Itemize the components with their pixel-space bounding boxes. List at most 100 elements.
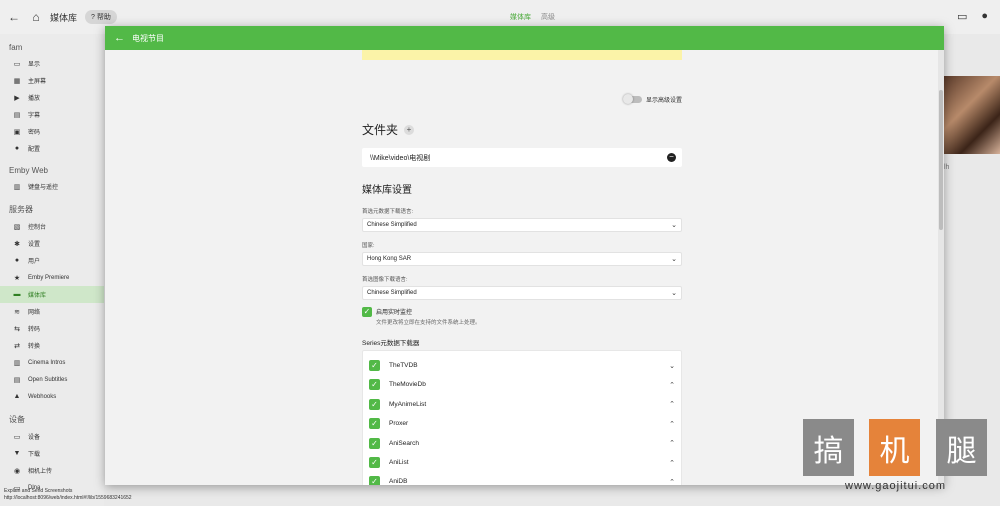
dialog-title: 电视节目 bbox=[132, 33, 164, 43]
cast-icon[interactable]: ▭ bbox=[957, 10, 967, 23]
downloader-checkbox[interactable]: ✓ bbox=[369, 418, 380, 430]
dashboard-icon: ▧ bbox=[13, 223, 21, 231]
sidebar-item[interactable]: ▧ 控制台 bbox=[0, 218, 104, 235]
sidebar-item[interactable]: ▤ 字幕 bbox=[0, 106, 104, 123]
chevron-up-icon[interactable]: ⌃ bbox=[669, 459, 675, 467]
sidebar-item[interactable]: ≋ 网络 bbox=[0, 303, 104, 320]
advanced-settings-toggle[interactable]: 显示高级设置 bbox=[623, 94, 682, 104]
downloader-row: ✓ AniDB ⌃ bbox=[369, 472, 675, 485]
series-downloaders-list: ✓ TheTVDB ⌄ ✓ TheMovieDb ⌃ ✓ MyAnimeList ⌃ ✓ Proxe… bbox=[362, 350, 682, 485]
back-arrow-icon[interactable]: ← bbox=[6, 9, 22, 25]
gear-icon: ✱ bbox=[14, 240, 20, 248]
keyboard-icon: ▥ bbox=[13, 183, 21, 191]
chevron-up-icon[interactable]: ⌃ bbox=[669, 381, 675, 389]
chevron-down-icon: ⌄ bbox=[671, 290, 677, 297]
sidebar-item-label: 设备 bbox=[28, 435, 41, 441]
download-icon: ▼ bbox=[13, 450, 21, 457]
grid-icon: ▦ bbox=[13, 77, 21, 85]
sidebar-item[interactable]: ▶ 播放 bbox=[0, 89, 104, 106]
realtime-monitor-checkbox[interactable]: ✓ bbox=[362, 307, 372, 317]
sidebar-item[interactable]: ▭ 显示 bbox=[0, 55, 104, 72]
series-downloaders-heading: Series元数据下载器 bbox=[362, 340, 420, 347]
downloader-name: TheMovieDb bbox=[389, 381, 426, 389]
lock-icon: ▣ bbox=[13, 128, 21, 136]
home-icon[interactable]: ⌂ bbox=[28, 9, 44, 25]
scrollbar-thumb[interactable] bbox=[939, 90, 943, 230]
help-button[interactable]: ? 帮助 bbox=[85, 10, 117, 24]
image-language-value: Chinese Simplified bbox=[367, 290, 417, 296]
watermark-char-1: 搞 bbox=[803, 419, 854, 476]
sidebar-item[interactable]: ★ Emby Premiere bbox=[0, 269, 104, 286]
sidebar-item[interactable]: ▭ 设备 bbox=[0, 428, 104, 445]
sidebar-item-label: 相机上传 bbox=[28, 469, 53, 475]
add-folder-button[interactable]: + bbox=[404, 124, 415, 135]
user-icon[interactable]: ● bbox=[981, 10, 988, 23]
remove-folder-button[interactable]: − bbox=[667, 153, 676, 162]
sidebar-section-title: 设备 bbox=[9, 415, 25, 424]
sidebar-item-label: 控制台 bbox=[28, 225, 47, 231]
chevron-up-icon[interactable]: ⌃ bbox=[669, 400, 675, 408]
country-select[interactable]: Hong Kong SAR ⌄ bbox=[362, 252, 682, 266]
sidebar-item-label: Open Subtitles bbox=[28, 376, 68, 383]
downloader-name: Proxer bbox=[389, 420, 409, 428]
sidebar-item[interactable]: ● 用户 bbox=[0, 252, 104, 269]
sidebar-item[interactable]: ▦ 主屏幕 bbox=[0, 72, 104, 89]
devices-icon: ▭ bbox=[13, 433, 21, 441]
downloader-checkbox[interactable]: ✓ bbox=[369, 360, 380, 371]
downloader-row: ✓ AniSearch ⌃ bbox=[369, 434, 675, 453]
sidebar-item[interactable]: ▼ 下载 bbox=[0, 445, 104, 462]
metadata-language-select[interactable]: Chinese Simplified ⌄ bbox=[362, 218, 682, 232]
downloader-name: MyAnimeList bbox=[389, 400, 427, 408]
chevron-up-icon[interactable]: ⌃ bbox=[669, 420, 675, 428]
sidebar-item[interactable]: ▥ Cinema Intros bbox=[0, 354, 104, 371]
sidebar-item[interactable]: ⇆ 转码 bbox=[0, 320, 104, 337]
chevron-up-icon[interactable]: ⌃ bbox=[669, 439, 675, 447]
toggle-switch[interactable] bbox=[623, 94, 642, 104]
sidebar: fam ▭ 显示 ▦ 主屏幕 ▶ 播放 ▤ 字幕 ▣ 密码 ● 配置 Emby Web ▥ 键盘与遥控 服务器 ▧… bbox=[0, 34, 104, 506]
sidebar-item[interactable]: ● 配置 bbox=[0, 140, 104, 157]
subtitles-icon: ▤ bbox=[13, 111, 21, 119]
toggle-knob bbox=[623, 94, 633, 104]
watermark-char-3: 腿 bbox=[936, 419, 987, 476]
back-arrow-icon[interactable]: ← bbox=[114, 32, 128, 44]
sidebar-item[interactable]: ⇄ 转换 bbox=[0, 337, 104, 354]
downloader-checkbox[interactable]: ✓ bbox=[369, 379, 380, 391]
tab-library[interactable]: 媒体库 bbox=[510, 12, 531, 22]
sidebar-item-label: 转码 bbox=[28, 327, 41, 333]
library-edit-dialog: ← 电视节目 显示高级设置 文件夹 + \\Mike\video\电视剧 − 媒… bbox=[105, 26, 944, 485]
sidebar-item[interactable]: ◉ 相机上传 bbox=[0, 462, 104, 479]
tab-advanced[interactable]: 高级 bbox=[541, 12, 555, 22]
chevron-down-icon[interactable]: ⌄ bbox=[669, 362, 675, 370]
folders-heading-row: 文件夹 + bbox=[362, 121, 415, 138]
camera-icon: ◉ bbox=[13, 467, 21, 475]
sidebar-item[interactable]: ▲ Webhooks bbox=[0, 388, 104, 405]
sidebar-item[interactable]: ▤ Open Subtitles bbox=[0, 371, 104, 388]
film-icon: ▥ bbox=[13, 359, 21, 367]
downloader-name: AniDB bbox=[389, 478, 408, 485]
watermark-url: www.gaojitui.com bbox=[845, 480, 946, 492]
country-field: 国家: Hong Kong SAR ⌄ bbox=[362, 241, 682, 266]
folder-item[interactable]: \\Mike\video\电视剧 − bbox=[362, 148, 682, 167]
image-language-select[interactable]: Chinese Simplified ⌄ bbox=[362, 286, 682, 300]
chevron-down-icon: ⌄ bbox=[671, 222, 677, 229]
downloader-checkbox[interactable]: ✓ bbox=[369, 398, 380, 410]
sidebar-item-label: Webhooks bbox=[28, 393, 57, 400]
chevron-up-icon[interactable]: ⌃ bbox=[669, 478, 675, 485]
sidebar-item[interactable]: ▬ 媒体库 bbox=[0, 286, 104, 303]
dialog-header: ← 电视节目 bbox=[105, 26, 944, 50]
image-language-label: 首选图像下载语言: bbox=[362, 277, 408, 283]
sidebar-item-label: 键盘与遥控 bbox=[28, 185, 59, 191]
status-line-1: Explain and Send Screenshots bbox=[4, 488, 73, 494]
monitor-icon: ▭ bbox=[13, 60, 21, 68]
watermark-char-2: 机 bbox=[869, 419, 920, 476]
header-actions: ▭ ● bbox=[957, 10, 988, 23]
star-icon: ★ bbox=[13, 274, 21, 282]
background-thumbnail bbox=[944, 76, 1000, 154]
downloader-checkbox[interactable]: ✓ bbox=[369, 476, 380, 485]
sidebar-item[interactable]: ▥ 键盘与遥控 bbox=[0, 178, 104, 195]
downloader-checkbox[interactable]: ✓ bbox=[369, 437, 380, 449]
sidebar-item[interactable]: ✱ 设置 bbox=[0, 235, 104, 252]
downloader-checkbox[interactable]: ✓ bbox=[369, 457, 380, 468]
sidebar-item[interactable]: ▣ 密码 bbox=[0, 123, 104, 140]
bell-icon: ▲ bbox=[13, 393, 21, 400]
